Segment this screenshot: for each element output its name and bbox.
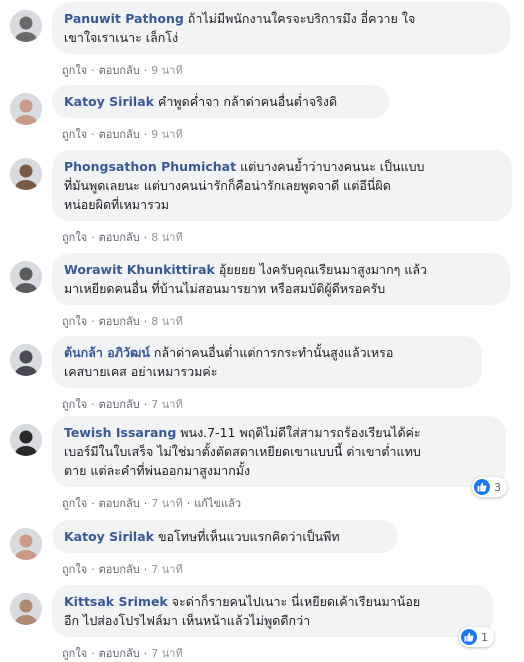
like-link[interactable]: ถูกใจ: [62, 647, 87, 660]
comment-timestamp[interactable]: 8 นาที: [151, 315, 182, 328]
comment-actions: ถูกใจ · ตอบกลับ · 8 นาที: [62, 228, 183, 246]
reply-link[interactable]: ตอบกลับ: [99, 231, 140, 244]
comment-list: Panuwit Pathong ถ้าไม่มีพนักงานใครจะบริกา…: [0, 0, 524, 660]
comment-timestamp[interactable]: 7 นาที: [151, 497, 182, 510]
comment-actions: ถูกใจ · ตอบกลับ · 8 นาที: [62, 312, 183, 330]
avatar[interactable]: [10, 424, 42, 456]
comment-timestamp[interactable]: 9 นาที: [151, 64, 182, 77]
reply-link[interactable]: ตอบกลับ: [99, 315, 140, 328]
comment-text: คำพูดค่ำจา กล้าด่าคนอื่นต่ำจริงดิ: [157, 94, 338, 109]
comment-author[interactable]: Panuwit Pathong: [64, 11, 184, 26]
separator: ·: [91, 647, 95, 660]
comment-timestamp[interactable]: 8 นาที: [151, 231, 182, 244]
comment-author[interactable]: ต้นกล้า อภิวัฒน์: [64, 345, 150, 360]
separator: ·: [91, 563, 95, 576]
comment-timestamp[interactable]: 7 นาที: [151, 398, 182, 411]
separator: ·: [143, 647, 148, 660]
separator: ·: [143, 315, 148, 328]
separator: ·: [91, 231, 95, 244]
reaction-number: 1: [481, 630, 488, 644]
comment-actions: ถูกใจ · ตอบกลับ · 7 นาที: [62, 644, 183, 662]
separator: ·: [143, 231, 148, 244]
avatar[interactable]: [10, 344, 42, 376]
separator: ·: [143, 128, 148, 141]
separator: ·: [143, 398, 148, 411]
comment-text: หน่อยผิดที่เหมารวม: [64, 197, 170, 212]
like-link[interactable]: ถูกใจ: [62, 64, 87, 77]
comment-text: อุ้ยยยย ไงครับคุณเรียนมาสูงมากๆ แล้ว: [218, 262, 428, 277]
comment-timestamp[interactable]: 7 นาที: [151, 563, 182, 576]
reaction-count[interactable]: 3: [472, 477, 507, 497]
separator: ·: [91, 497, 95, 510]
like-link[interactable]: ถูกใจ: [62, 128, 87, 141]
comment-actions: ถูกใจ · ตอบกลับ · 9 นาที: [62, 125, 183, 143]
comment-text: ที่มันพูดเลยนะ แต่บางคนน่ารักก็คือน่ารัก…: [64, 178, 391, 193]
comment-author[interactable]: Katoy Sirilak: [64, 529, 154, 544]
reply-link[interactable]: ตอบกลับ: [99, 64, 140, 77]
like-link[interactable]: ถูกใจ: [62, 398, 87, 411]
comment-text: มาเหยียดคนอื่น ที่บ้านไม่สอนมารยาท หรือส…: [64, 281, 386, 296]
comment-timestamp[interactable]: 9 นาที: [151, 128, 182, 141]
comment-text: เบอร์มีในใบเสร็จ ไม่ใช่มาตั้งตัดสดาเหยีย…: [64, 444, 421, 459]
comment-text: กล้าด่าคนอื่นต่ำแต่การกระทำนั้นสูงแล้วเห…: [153, 345, 394, 360]
comment-bubble: ต้นกล้า อภิวัฒน์ กล้าด่าคนอื่นต่ำแต่การกร…: [52, 336, 482, 388]
comment-actions: ถูกใจ · ตอบกลับ · 7 นาที: [62, 395, 183, 413]
comment-text: เขาใจเราเนาะ เล็กโง่: [64, 30, 179, 45]
reaction-count[interactable]: 1: [459, 627, 494, 647]
avatar[interactable]: [10, 593, 42, 625]
separator: ·: [91, 315, 95, 328]
comment-text: อีก ไปส่องโปรไฟล์มา เห็นหน้าแล้วไม่พูดดี…: [64, 613, 311, 628]
avatar[interactable]: [10, 93, 42, 125]
comment-text: จะด่าก็รายคนไปเนาะ นี่เหยียดเค้าเรียนมาน…: [171, 594, 421, 609]
comment-bubble: Panuwit Pathong ถ้าไม่มีพนักงานใครจะบริกา…: [52, 2, 510, 54]
reply-link[interactable]: ตอบกลับ: [99, 128, 140, 141]
comment-text: แต่บางคนย้ำว่าบางคนนะ เป็นแบบ: [240, 159, 425, 174]
comment-actions: ถูกใจ · ตอบกลับ · 7 นาที: [62, 560, 183, 578]
avatar[interactable]: [10, 261, 42, 293]
separator: ·: [186, 497, 191, 510]
comment-text: เคสบายเคส อย่าเหมารวมค่ะ: [64, 364, 218, 379]
reaction-number: 3: [494, 480, 501, 494]
comment-bubble: Phongsathon Phumichat แต่บางคนย้ำว่าบางคน…: [52, 150, 512, 221]
like-link[interactable]: ถูกใจ: [62, 231, 87, 244]
comment-author[interactable]: Katoy Sirilak: [64, 94, 154, 109]
comment-bubble: Katoy Sirilak ขอโทษที่เห็นแวบแรกคิดว่าเป็…: [52, 520, 398, 553]
comment-text: ขอโทษที่เห็นแวบแรกคิดว่าเป็นพีท: [157, 529, 340, 544]
thumbs-up-icon: [474, 479, 490, 495]
avatar[interactable]: [10, 10, 42, 42]
separator: ·: [91, 64, 95, 77]
comment-bubble: Kittsak Srimek จะด่าก็รายคนไปเนาะ นี่เหยี…: [52, 585, 493, 637]
comment-text: ตาย แต่ละคำที่พ่นออกมาสูงมากมั้ง: [64, 463, 251, 478]
like-link[interactable]: ถูกใจ: [62, 315, 87, 328]
separator: ·: [143, 497, 148, 510]
comment-author[interactable]: Worawit Khunkittirak: [64, 262, 215, 277]
comment-bubble: Tewish Issarang พนง.7-11 พฤติไม่ดีใส่สามา…: [52, 416, 506, 487]
comment-bubble: Katoy Sirilak คำพูดค่ำจา กล้าด่าคนอื่นต่ำ…: [52, 85, 389, 118]
separator: ·: [143, 64, 148, 77]
like-link[interactable]: ถูกใจ: [62, 497, 87, 510]
reply-link[interactable]: ตอบกลับ: [99, 497, 140, 510]
edited-label[interactable]: แก้ไขแล้ว: [194, 497, 241, 510]
comment-timestamp[interactable]: 7 นาที: [151, 647, 182, 660]
comment-author[interactable]: Tewish Issarang: [64, 425, 176, 440]
reply-link[interactable]: ตอบกลับ: [99, 398, 140, 411]
avatar[interactable]: [10, 528, 42, 560]
comment-actions: ถูกใจ · ตอบกลับ · 9 นาที: [62, 61, 183, 79]
comment-actions: ถูกใจ · ตอบกลับ · 7 นาที · แก้ไขแล้ว: [62, 494, 241, 512]
comment-author[interactable]: Phongsathon Phumichat: [64, 159, 236, 174]
reply-link[interactable]: ตอบกลับ: [99, 563, 140, 576]
comment-bubble: Worawit Khunkittirak อุ้ยยยย ไงครับคุณเรี…: [52, 253, 510, 305]
comment-text: ถ้าไม่มีพนักงานใครจะบริการมึง อี่ควาย ใจ: [187, 11, 416, 26]
reply-link[interactable]: ตอบกลับ: [99, 647, 140, 660]
separator: ·: [91, 128, 95, 141]
like-link[interactable]: ถูกใจ: [62, 563, 87, 576]
thumbs-up-icon: [461, 629, 477, 645]
separator: ·: [91, 398, 95, 411]
comment-text: พนง.7-11 พฤติไม่ดีใส่สามารถร้องเรียนได้ค…: [180, 425, 421, 440]
avatar[interactable]: [10, 158, 42, 190]
separator: ·: [143, 563, 148, 576]
comment-author[interactable]: Kittsak Srimek: [64, 594, 168, 609]
